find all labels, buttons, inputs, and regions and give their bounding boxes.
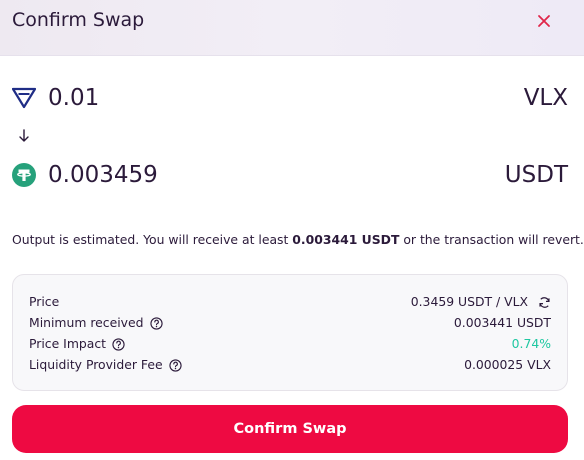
price-value: 0.3459 USDT / VLX (410, 294, 528, 309)
estimate-suffix: or the transaction will revert. (399, 232, 584, 247)
price-label: Price (29, 294, 60, 309)
min-received-value: 0.003441 USDT (453, 315, 551, 330)
question-icon[interactable] (168, 358, 182, 372)
price-impact-label: Price Impact (29, 336, 107, 351)
velas-icon (12, 87, 36, 109)
price-row: Price 0.3459 USDT / VLX (29, 292, 551, 312)
refresh-icon[interactable] (538, 296, 551, 309)
estimate-prefix: Output is estimated. You will receive at… (12, 232, 293, 247)
modal-header: Confirm Swap (0, 0, 584, 56)
from-token-row: 0.01 VLX (12, 80, 568, 116)
from-symbol: VLX (523, 85, 568, 111)
swap-details-panel: Price 0.3459 USDT / VLX Minimum received… (12, 274, 568, 391)
from-amount: 0.01 (48, 85, 100, 111)
close-button[interactable] (532, 9, 556, 33)
question-icon[interactable] (149, 316, 163, 330)
estimate-amount: 0.003441 USDT (292, 232, 400, 247)
estimate-note: Output is estimated. You will receive at… (12, 230, 584, 250)
min-received-label: Minimum received (29, 315, 144, 330)
to-token-row: 0.003459 USDT (12, 157, 568, 193)
lp-fee-label: Liquidity Provider Fee (29, 357, 163, 372)
question-icon[interactable] (112, 337, 125, 351)
price-impact-row: Price Impact 0.74% (29, 334, 551, 354)
min-received-row: Minimum received 0.003441 USDT (29, 313, 551, 333)
lp-fee-row: Liquidity Provider Fee 0.000025 VLX (29, 355, 551, 375)
confirm-swap-button[interactable]: Confirm Swap (12, 405, 568, 453)
lp-fee-value: 0.000025 VLX (464, 357, 551, 372)
arrow-down-icon (19, 129, 29, 142)
close-icon[interactable] (537, 14, 551, 28)
to-symbol: USDT (504, 162, 568, 188)
modal-title: Confirm Swap (12, 9, 145, 31)
price-impact-value: 0.74% (511, 336, 551, 351)
tether-icon (12, 163, 36, 187)
to-amount: 0.003459 (48, 162, 158, 188)
